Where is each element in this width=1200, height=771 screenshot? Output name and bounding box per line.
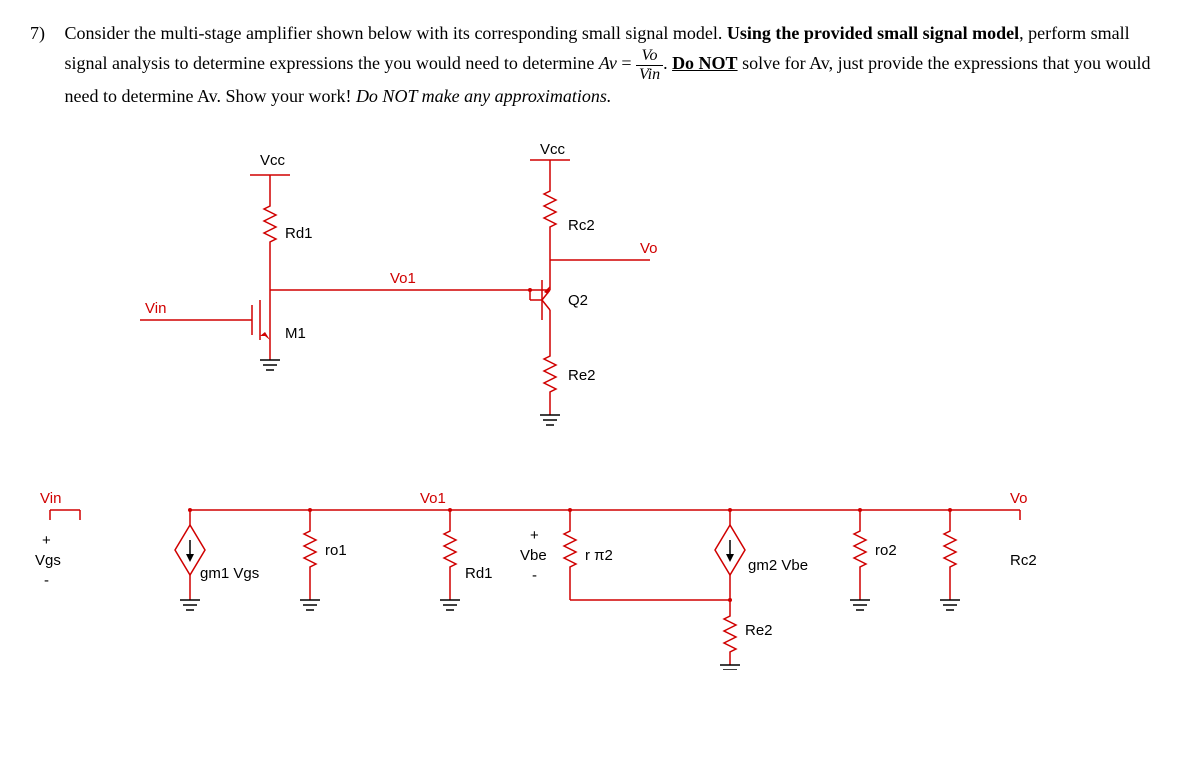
- text-p1: Consider the multi-stage amplifier shown…: [65, 23, 727, 43]
- ss-vo1: Vo1: [420, 490, 446, 507]
- schematic-top: Vcc Rd1 Vo1 Vin M1 Vcc Rc2 Vo Q2: [90, 140, 730, 460]
- label-m1: M1: [285, 325, 306, 342]
- ss-vgs: Vgs: [35, 552, 61, 569]
- label-vcc2: Vcc: [540, 141, 566, 158]
- label-re2: Re2: [568, 367, 596, 384]
- text-p3: .: [663, 53, 672, 73]
- eq-av: Av: [599, 53, 617, 73]
- small-signal-model: Vin + Vgs - gm1 Vgs ro1 Vo1 Rd1 + Vbe - …: [30, 470, 1130, 670]
- label-vin: Vin: [145, 300, 166, 317]
- ss-vbe: Vbe: [520, 547, 547, 564]
- ss-re2: Re2: [745, 622, 773, 639]
- frac-den: Vin: [636, 66, 663, 84]
- problem-number: 7): [30, 20, 60, 47]
- problem-statement: 7) Consider the multi-stage amplifier sh…: [30, 20, 1170, 110]
- problem-body: Consider the multi-stage amplifier shown…: [65, 20, 1165, 110]
- text-donot: Do NOT: [672, 53, 738, 73]
- ss-ro2: ro2: [875, 542, 897, 559]
- ss-rd1: Rd1: [465, 565, 493, 582]
- label-vo1: Vo1: [390, 270, 416, 287]
- ss-plus1: +: [42, 532, 51, 549]
- ss-gm2vbe: gm2 Vbe: [748, 557, 808, 574]
- ss-plus2: +: [530, 527, 539, 544]
- smallsignal-svg: Vin + Vgs - gm1 Vgs ro1 Vo1 Rd1 + Vbe - …: [30, 470, 1130, 670]
- text-bold1: Using the provided small signal model: [727, 23, 1019, 43]
- ss-vin: Vin: [40, 490, 61, 507]
- frac-num: Vo: [636, 47, 663, 66]
- ss-rc2: Rc2: [1010, 552, 1037, 569]
- label-vcc1: Vcc: [260, 152, 286, 169]
- ss-gm1vgs: gm1 Vgs: [200, 565, 259, 582]
- label-rd1: Rd1: [285, 225, 313, 242]
- ss-vo: Vo: [1010, 490, 1028, 507]
- ss-minus1: -: [44, 572, 49, 589]
- ss-rpi2: r π2: [585, 547, 613, 564]
- ss-ro1: ro1: [325, 542, 347, 559]
- label-rc2: Rc2: [568, 217, 595, 234]
- schematic-svg: Vcc Rd1 Vo1 Vin M1 Vcc Rc2 Vo Q2: [90, 140, 730, 460]
- text-italic-end: Do NOT make any approximations.: [356, 86, 612, 106]
- fraction: VoVin: [636, 47, 663, 83]
- label-q2: Q2: [568, 292, 588, 309]
- ss-minus2: -: [532, 567, 537, 584]
- label-vo: Vo: [640, 240, 658, 257]
